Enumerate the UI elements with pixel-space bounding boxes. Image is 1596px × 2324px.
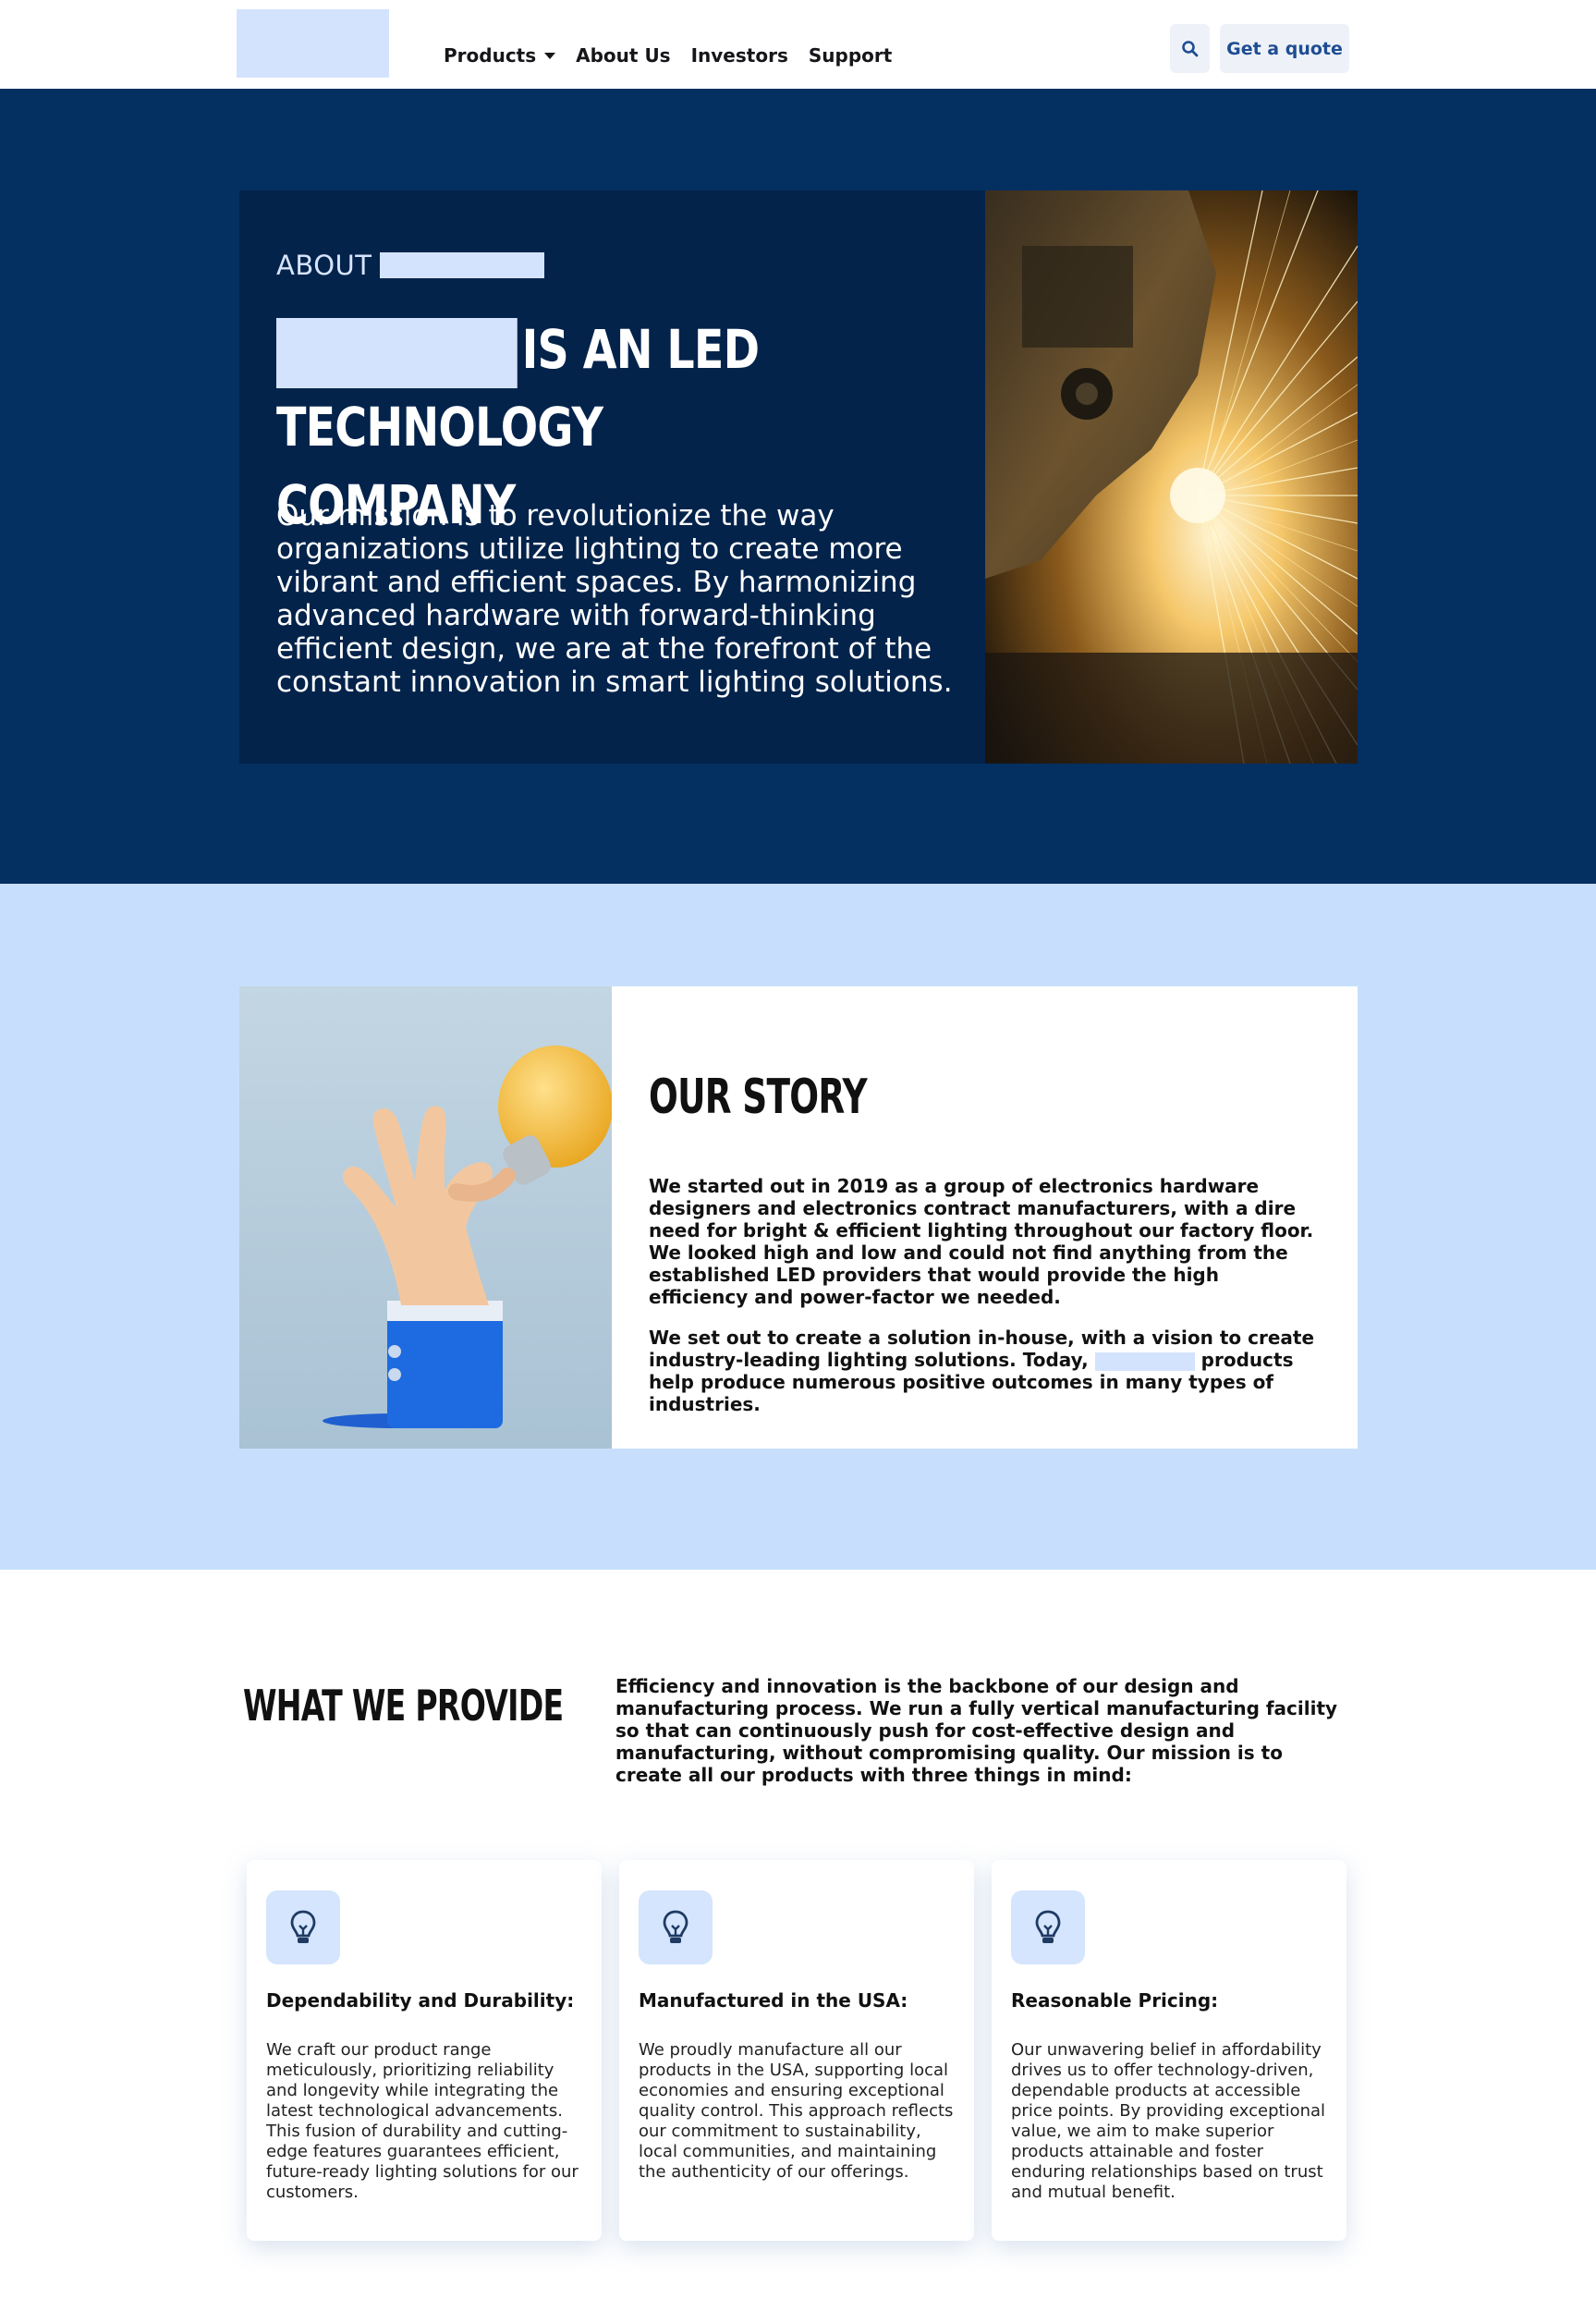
our-story-section: OUR STORY We started out in 2019 as a gr…	[0, 884, 1596, 1570]
feature-card-made-in-usa: Manufactured in the USA: We proudly manu…	[619, 1860, 974, 2241]
what-we-provide-intro: Efficiency and innovation is the backbon…	[615, 1675, 1338, 1786]
nav-item-label: Products	[444, 44, 537, 67]
nav-item-label: Investors	[690, 44, 788, 67]
nav-item-about-us[interactable]: About Us	[576, 44, 670, 67]
company-name-placeholder	[379, 252, 544, 278]
feature-card-pricing: Reasonable Pricing: Our unwavering belie…	[992, 1860, 1346, 2241]
chevron-down-icon	[544, 52, 556, 59]
lightbulb-icon	[266, 1890, 340, 1964]
nav-item-label: Support	[808, 44, 893, 67]
hero-title-line1: IS AN LED	[521, 318, 760, 381]
story-image-hand-holding-bulb	[239, 986, 612, 1449]
hero-eyebrow-label: ABOUT	[276, 250, 372, 281]
company-name-placeholder	[276, 317, 518, 388]
feature-card-body: Our unwavering belief in affordability d…	[1011, 2040, 1326, 2202]
story-paragraph-1: We started out in 2019 as a group of ele…	[649, 1175, 1314, 1308]
hero-section: ABOUT IS AN LED TECHNOLOGY COMPANY Our m…	[0, 89, 1596, 884]
feature-card-title: Reasonable Pricing:	[1011, 1989, 1219, 2012]
company-name-placeholder	[1094, 1352, 1195, 1371]
story-paragraph-2: We set out to create a solution in-house…	[649, 1327, 1314, 1415]
feature-card-title: Manufactured in the USA:	[639, 1989, 908, 2012]
hero-card: ABOUT IS AN LED TECHNOLOGY COMPANY Our m…	[239, 190, 986, 764]
feature-card-body: We proudly manufacture all our products …	[639, 2040, 954, 2182]
hero-eyebrow: ABOUT	[276, 250, 544, 281]
hand-bulb-illustration	[239, 986, 612, 1449]
lightbulb-icon	[1011, 1890, 1085, 1964]
lightbulb-icon	[639, 1890, 713, 1964]
nav-item-investors[interactable]: Investors	[691, 44, 788, 67]
nav-item-label: About Us	[576, 44, 671, 67]
our-story-card: OUR STORY We started out in 2019 as a gr…	[612, 986, 1358, 1449]
get-a-quote-button[interactable]: Get a quote	[1220, 24, 1349, 73]
story-title: OUR STORY	[649, 1070, 868, 1125]
hero-mission-text: Our mission is to revolutionize the way …	[276, 499, 953, 699]
sparks-illustration	[985, 190, 1358, 764]
logo-placeholder[interactable]	[237, 9, 389, 78]
what-we-provide-title: WHAT WE PROVIDE	[243, 1681, 564, 1731]
nav-item-products[interactable]: Products	[444, 44, 556, 67]
feature-card-title: Dependability and Durability:	[266, 1989, 575, 2012]
search-icon	[1181, 40, 1198, 56]
feature-card-dependability: Dependability and Durability: We craft o…	[247, 1860, 602, 2241]
feature-card-body: We craft our product range meticulously,…	[266, 2040, 579, 2202]
site-header: Products About Us Investors Support Get …	[0, 0, 1596, 89]
hero-image-grinding-sparks	[985, 190, 1358, 764]
nav-item-support[interactable]: Support	[809, 44, 892, 67]
main-nav: Products About Us Investors Support	[444, 44, 912, 67]
search-button[interactable]	[1170, 24, 1210, 73]
